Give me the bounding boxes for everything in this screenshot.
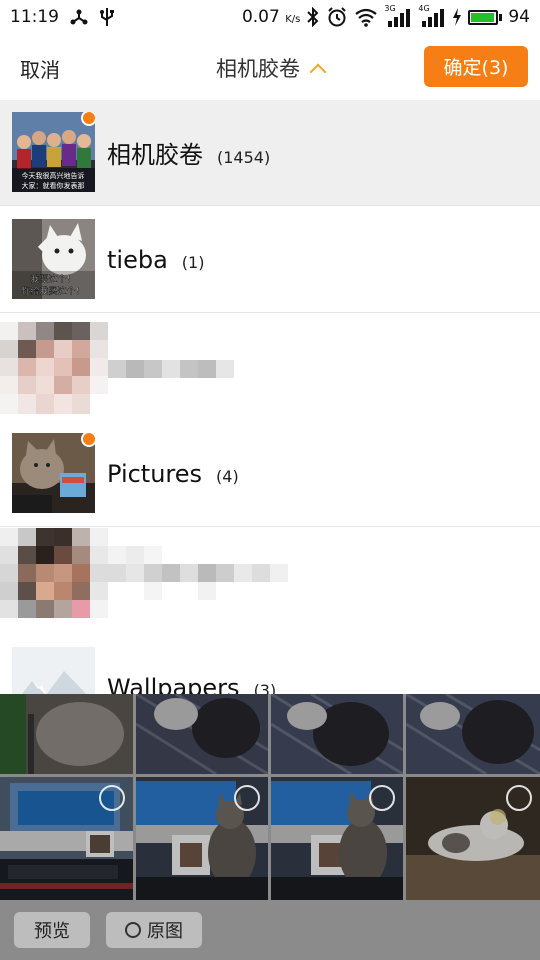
signal-4g-label: 4G <box>418 4 430 13</box>
selection-dot <box>81 433 95 447</box>
select-circle-icon[interactable] <box>506 785 532 811</box>
status-bar: 11:19 0.07 K/s 3G 4G 94 <box>0 0 540 34</box>
battery-percent: 94 <box>508 7 530 27</box>
album-list: 今天我很高兴地告诉 大家：就看你发表那 相机胶卷 (1454) 我要这个！ 你给… <box>0 100 540 694</box>
album-row-wallpapers[interactable]: Wallpapers (3) <box>0 635 540 694</box>
signal-icon-4g: 4G <box>418 4 446 28</box>
photo-cell[interactable] <box>136 777 268 900</box>
album-count: (1) <box>181 252 205 272</box>
photo-grid <box>0 694 540 900</box>
signal-icon-3g: 3G <box>384 4 412 28</box>
clock: 11:19 <box>10 7 59 27</box>
album-thumbnail <box>12 433 95 513</box>
album-count: (1454) <box>217 148 271 167</box>
album-count: (4) <box>216 466 239 486</box>
status-left: 11:19 <box>10 6 115 28</box>
thumb-caption-line-2: 大家：就看你发表那 <box>22 181 85 190</box>
thumb-caption-line-1: 今天我很高兴地告诉 <box>22 171 85 180</box>
album-thumbnail: 今天我很高兴地告诉 大家：就看你发表那 <box>12 112 95 192</box>
album-thumbnail: 我要这个！ 你给我买这个！ <box>12 219 95 299</box>
charging-icon <box>452 6 462 28</box>
original-image-label: 原图 <box>147 921 183 942</box>
usb-icon <box>99 6 115 28</box>
album-row-pictures[interactable]: Pictures (4) <box>0 421 540 527</box>
signal-3g-label: 3G <box>384 4 396 13</box>
album-label: tieba (1) <box>107 246 204 274</box>
original-image-toggle[interactable]: 原图 <box>106 912 202 948</box>
album-label: Pictures (4) <box>107 460 239 488</box>
select-circle-icon[interactable] <box>234 785 260 811</box>
album-row-obscured[interactable] <box>0 314 540 420</box>
album-row-camera-roll[interactable]: 今天我很高兴地告诉 大家：就看你发表那 相机胶卷 (1454) <box>0 100 540 206</box>
thumb-caption-line-1: 我要这个！ <box>30 273 75 285</box>
select-circle-icon[interactable] <box>99 785 125 811</box>
radio-circle-icon <box>125 922 141 938</box>
battery-fill <box>471 12 494 22</box>
picker-header: 取消 相机胶卷 确定(3) <box>0 34 540 100</box>
photo-cell[interactable] <box>136 694 268 774</box>
album-name: tieba <box>107 245 168 274</box>
bluetooth-icon <box>306 6 320 28</box>
photo-picker-screen: 11:19 0.07 K/s 3G 4G 94 取消 相机胶卷 确定(3) 今天… <box>0 0 540 960</box>
album-count: (3) <box>253 680 277 695</box>
photo-cell[interactable] <box>0 694 133 774</box>
album-label: Wallpapers (3) <box>107 674 276 695</box>
battery-icon <box>468 9 503 25</box>
wifi-icon <box>354 6 378 28</box>
album-name: 相机胶卷 <box>107 141 203 169</box>
confirm-button[interactable]: 确定(3) <box>424 46 528 87</box>
status-right: 0.07 K/s 3G 4G 94 <box>241 4 530 28</box>
alarm-icon <box>326 6 348 28</box>
pixelated-thumbnail <box>0 322 108 414</box>
network-speed: 0.07 <box>241 7 280 27</box>
album-name: Wallpapers <box>107 673 240 695</box>
select-circle-icon[interactable] <box>369 785 395 811</box>
network-speed-unit: K/s <box>285 14 301 25</box>
photo-cell[interactable] <box>406 777 540 900</box>
thumb-caption-line-2: 你给我买这个！ <box>21 285 84 297</box>
usb-share-icon <box>69 6 89 28</box>
album-title: 相机胶卷 <box>216 57 300 81</box>
pixelated-label <box>108 546 288 600</box>
photo-cell[interactable] <box>0 777 133 900</box>
album-thumbnail <box>12 647 95 694</box>
album-row-obscured[interactable] <box>0 528 540 634</box>
photo-cell[interactable] <box>271 694 403 774</box>
selection-dot <box>81 112 95 126</box>
preview-button[interactable]: 预览 <box>14 912 90 948</box>
pixelated-label <box>108 360 236 378</box>
pixelated-thumbnail <box>0 528 108 632</box>
bottom-bar: 预览 原图 <box>0 900 540 960</box>
album-row-tieba[interactable]: 我要这个！ 你给我买这个！ tieba (1) <box>0 207 540 313</box>
album-name: Pictures <box>107 459 203 488</box>
chevron-up-icon <box>309 63 327 81</box>
album-label: 相机胶卷 (1454) <box>107 135 270 170</box>
photo-cell[interactable] <box>406 694 540 774</box>
photo-cell[interactable] <box>271 777 403 900</box>
